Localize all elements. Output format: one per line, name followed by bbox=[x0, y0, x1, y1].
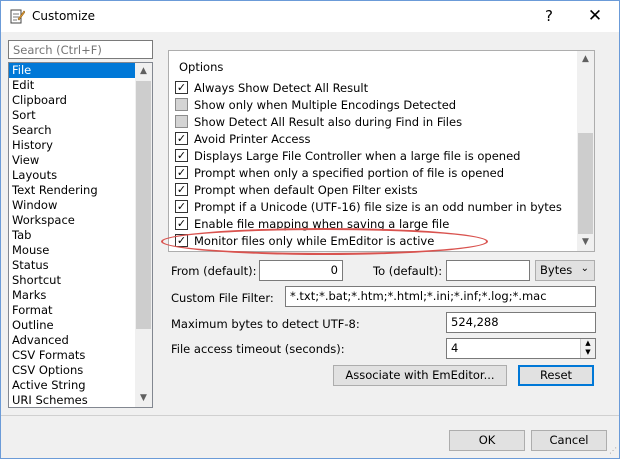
from-label: From (default): bbox=[171, 264, 257, 278]
spin-up-icon[interactable]: ▲ bbox=[581, 339, 595, 348]
category-items: File Edit Clipboard Sort Search History View La… bbox=[9, 63, 135, 407]
option-row[interactable]: ✓ Enable file mapping when saving a large… bbox=[175, 215, 449, 232]
option-label: Avoid Printer Access bbox=[194, 131, 311, 146]
option-label: Enable file mapping when saving a large … bbox=[194, 216, 450, 231]
category-item[interactable]: URI Schemes bbox=[9, 393, 135, 407]
unit-dropdown-value: Bytes bbox=[540, 263, 573, 277]
close-button[interactable]: ✕ bbox=[577, 5, 613, 29]
option-row[interactable]: Show only when Multiple Encodings Detect… bbox=[175, 96, 456, 113]
options-title: Options bbox=[179, 60, 224, 74]
notepad-pencil-icon bbox=[9, 8, 26, 24]
scroll-down-arrow-icon[interactable]: ▼ bbox=[577, 234, 594, 251]
customize-dialog: Customize ? ✕ FileEditClipboardSortSearc… bbox=[0, 0, 620, 459]
option-row[interactable]: ✓ Monitor files only while EmEditor is ac… bbox=[175, 232, 434, 249]
checkbox-checked-icon[interactable]: ✓ bbox=[175, 234, 188, 247]
spinner-buttons[interactable]: ▲ ▼ bbox=[580, 339, 595, 358]
utf8-label: Maximum bytes to detect UTF-8: bbox=[171, 317, 360, 331]
option-label: Monitor files only while EmEditor is act… bbox=[194, 233, 435, 248]
timeout-stepper[interactable]: 4 ▲ ▼ bbox=[446, 338, 596, 359]
divider bbox=[1, 415, 619, 416]
cancel-button[interactable]: Cancel bbox=[531, 430, 607, 451]
option-row[interactable]: ✓ Prompt if a Unicode (UTF-16) file size … bbox=[175, 198, 562, 215]
option-row[interactable]: ✓ Prompt when only a specified portion of… bbox=[175, 164, 504, 181]
option-label: Show only when Multiple Encodings Detect… bbox=[194, 97, 457, 112]
utf8-bytes-field[interactable]: 524,288 bbox=[446, 312, 596, 333]
scrollbar-thumb[interactable] bbox=[136, 81, 151, 329]
category-item[interactable]: View bbox=[9, 153, 135, 168]
scroll-up-arrow-icon[interactable]: ▲ bbox=[577, 51, 594, 68]
to-field[interactable] bbox=[446, 260, 530, 281]
from-field[interactable]: 0 bbox=[259, 260, 343, 281]
category-item[interactable]: Window bbox=[9, 198, 135, 213]
custom-filter-label: Custom File Filter: bbox=[171, 291, 274, 305]
option-label: Displays Large File Controller when a la… bbox=[194, 148, 521, 163]
to-label: To (default): bbox=[373, 264, 443, 278]
associate-button[interactable]: Associate with EmEditor... bbox=[333, 365, 507, 386]
custom-filter-field[interactable]: *.txt;*.bat;*.htm;*.html;*.ini;*.inf;*.l… bbox=[285, 286, 596, 307]
option-label: Prompt when only a specified portion of … bbox=[194, 165, 505, 180]
option-row[interactable]: ✓ Displays Large File Controller when a l… bbox=[175, 147, 520, 164]
checkbox-checked-icon[interactable]: ✓ bbox=[175, 149, 188, 162]
window-title: Customize bbox=[32, 9, 95, 23]
category-item[interactable]: History bbox=[9, 138, 135, 153]
chevron-down-icon: ⌄ bbox=[580, 263, 589, 274]
options-group: Options ✓ Always Show Detect All Result Sh… bbox=[168, 50, 595, 252]
category-item[interactable]: Edit bbox=[9, 78, 135, 93]
checkbox-checked-icon[interactable]: ✓ bbox=[175, 217, 188, 230]
category-item[interactable]: Search bbox=[9, 123, 135, 138]
unit-dropdown[interactable]: Bytes ⌄ bbox=[535, 260, 595, 281]
option-label: Prompt if a Unicode (UTF-16) file size i… bbox=[194, 199, 562, 214]
option-label: Show Detect All Result also during Find … bbox=[194, 114, 463, 129]
title-bar: Customize ? ✕ bbox=[1, 1, 619, 32]
help-button[interactable]: ? bbox=[537, 5, 561, 29]
options-scrollbar[interactable]: ▲ ▼ bbox=[577, 51, 594, 251]
checkbox-unchecked-icon[interactable] bbox=[175, 98, 188, 111]
option-label: Always Show Detect All Result bbox=[194, 80, 369, 95]
category-item[interactable]: CSV Formats bbox=[9, 348, 135, 363]
category-item[interactable]: Advanced bbox=[9, 333, 135, 348]
category-item[interactable]: Shortcut bbox=[9, 273, 135, 288]
category-item[interactable]: Format bbox=[9, 303, 135, 318]
option-row[interactable]: ✓ Prompt when default Open Filter exists bbox=[175, 181, 418, 198]
checkbox-unchecked-icon[interactable] bbox=[175, 115, 188, 128]
resize-grip-icon[interactable]: ⋰ bbox=[607, 446, 617, 456]
timeout-value: 4 bbox=[451, 341, 459, 355]
reset-button[interactable]: Reset bbox=[518, 365, 594, 386]
checkbox-checked-icon[interactable]: ✓ bbox=[175, 132, 188, 145]
scrollbar-thumb[interactable] bbox=[578, 133, 593, 234]
category-item[interactable]: Outline bbox=[9, 318, 135, 333]
category-item[interactable]: Mouse bbox=[9, 243, 135, 258]
search-input[interactable] bbox=[8, 40, 153, 59]
option-row[interactable]: ✓ Always Show Detect All Result bbox=[175, 79, 368, 96]
option-row[interactable]: ✓ Avoid Printer Access bbox=[175, 130, 310, 147]
checkbox-checked-icon[interactable]: ✓ bbox=[175, 166, 188, 179]
category-item[interactable]: Marks bbox=[9, 288, 135, 303]
spin-down-icon[interactable]: ▼ bbox=[581, 348, 595, 357]
scroll-up-arrow-icon[interactable]: ▲ bbox=[135, 63, 152, 80]
checkbox-checked-icon[interactable]: ✓ bbox=[175, 200, 188, 213]
checkbox-checked-icon[interactable]: ✓ bbox=[175, 183, 188, 196]
category-item[interactable]: Clipboard bbox=[9, 93, 135, 108]
category-item[interactable]: Text Rendering bbox=[9, 183, 135, 198]
checkbox-checked-icon[interactable]: ✓ bbox=[175, 81, 188, 94]
scroll-down-arrow-icon[interactable]: ▼ bbox=[135, 390, 152, 407]
category-scrollbar[interactable]: ▲ ▼ bbox=[135, 63, 152, 407]
category-item[interactable]: Status bbox=[9, 258, 135, 273]
option-label: Prompt when default Open Filter exists bbox=[194, 182, 418, 197]
category-list[interactable]: File Edit Clipboard Sort Search History View La… bbox=[8, 62, 153, 408]
option-row[interactable]: Show Detect All Result also during Find … bbox=[175, 113, 462, 130]
category-item[interactable]: Sort bbox=[9, 108, 135, 123]
category-item[interactable]: CSV Options bbox=[9, 363, 135, 378]
ok-button[interactable]: OK bbox=[449, 430, 525, 451]
category-item[interactable]: Active String bbox=[9, 378, 135, 393]
timeout-label: File access timeout (seconds): bbox=[171, 342, 345, 356]
category-item[interactable]: Tab bbox=[9, 228, 135, 243]
category-item[interactable]: Workspace bbox=[9, 213, 135, 228]
category-item[interactable]: Layouts bbox=[9, 168, 135, 183]
category-item[interactable]: File bbox=[9, 63, 135, 78]
